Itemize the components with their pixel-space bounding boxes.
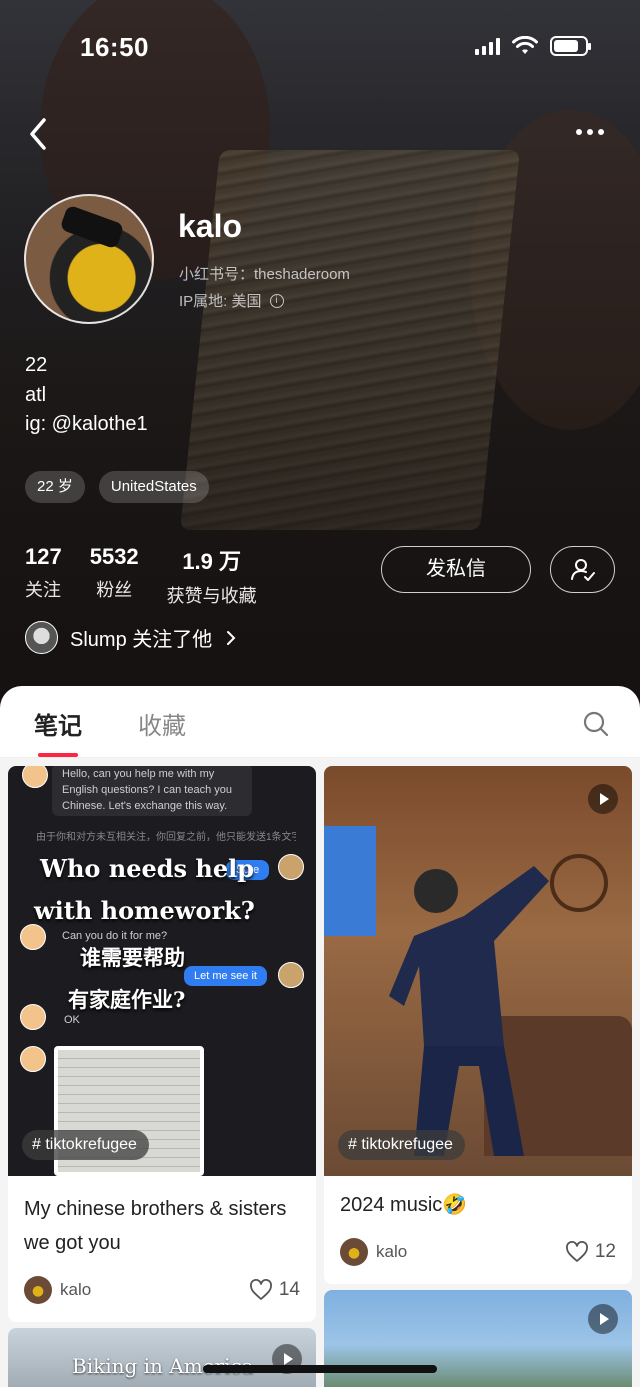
user-avatar-icon xyxy=(278,962,304,988)
note-footer: kalo 14 xyxy=(24,1276,300,1304)
cover-caption: 谁需要帮助 xyxy=(80,945,185,970)
stat-value: 127 xyxy=(25,544,62,569)
follow-button[interactable] xyxy=(550,546,615,593)
note-title: 2024 music🤣 xyxy=(340,1194,468,1216)
cover-caption: with homework? xyxy=(34,896,255,925)
stat-followers[interactable]: 5532 粉丝 xyxy=(90,544,139,608)
video-play-icon xyxy=(588,784,618,814)
like-button[interactable]: 14 xyxy=(249,1279,300,1301)
search-icon xyxy=(583,711,609,737)
note-card[interactable]: Biking in America xyxy=(8,1328,316,1387)
like-count: 14 xyxy=(278,1279,300,1300)
wifi-icon xyxy=(512,36,538,54)
chevron-right-icon xyxy=(227,630,236,645)
background-tv xyxy=(324,826,376,936)
status-icons xyxy=(475,36,591,56)
like-button[interactable]: 12 xyxy=(565,1241,616,1263)
hamster-avatar-icon xyxy=(20,1004,46,1030)
tab-collections[interactable]: 收藏 xyxy=(138,706,186,741)
note-cover-image: Hello, can you help me with my English q… xyxy=(8,766,316,1176)
stat-likes-collects[interactable]: 1.9 万 获赞与收藏 xyxy=(167,544,257,608)
author-name: kalo xyxy=(376,1242,408,1261)
more-options-button[interactable] xyxy=(576,122,612,142)
hashtag-text: tiktokrefugee xyxy=(361,1136,453,1153)
cover-chat-text: 由于你和对方未互相关注，你回复之前，他只能发送1条文字消息 xyxy=(36,832,296,843)
status-time: 16:50 xyxy=(80,32,149,62)
red-id-line: 小红书号：theshaderoom xyxy=(179,263,350,284)
profile-stats: 127 关注 5532 粉丝 1.9 万 获赞与收藏 xyxy=(25,544,257,608)
tab-notes[interactable]: 笔记 xyxy=(34,706,82,757)
like-count: 12 xyxy=(594,1241,616,1262)
author-avatar xyxy=(24,1276,52,1304)
cover-caption: Who needs help xyxy=(40,854,255,883)
hamster-avatar-icon xyxy=(20,1046,46,1072)
age-tag: 22 岁 xyxy=(25,471,85,503)
dancing-person xyxy=(389,866,549,1156)
status-bar: 16:50 xyxy=(0,0,640,90)
heart-icon xyxy=(249,1279,272,1300)
author-avatar xyxy=(340,1238,368,1266)
user-avatar-icon xyxy=(278,854,304,880)
stat-label: 粉丝 xyxy=(96,580,133,600)
stat-value: 1.9 万 xyxy=(182,549,242,574)
battery-icon xyxy=(550,36,591,56)
red-id-label: 小红书号： xyxy=(179,266,255,283)
location-tag: UnitedStates xyxy=(98,471,209,503)
video-play-icon xyxy=(588,1304,618,1334)
note-cover-image: Biking in America xyxy=(8,1328,316,1387)
heart-icon xyxy=(565,1241,588,1262)
bio-line: ig: @kalothe1 xyxy=(25,413,148,435)
author-name: kalo xyxy=(60,1280,92,1299)
note-author[interactable]: kalo xyxy=(340,1238,407,1266)
note-card[interactable]: # tiktokrefugee 2024 music🤣 kalo 12 xyxy=(324,766,632,1284)
profile-bio: 22 atl ig: @kalothe1 xyxy=(25,351,148,440)
content-tabs: 笔记 收藏 xyxy=(0,686,640,758)
stat-label: 关注 xyxy=(25,580,61,600)
mutual-follow-row[interactable]: Slump 关注了他 xyxy=(25,621,238,654)
ip-location: IP属地: 美国 xyxy=(179,293,262,310)
profile-page: 16:50 kalo 小红书号：theshaderoom IP属地: 美国 i … xyxy=(0,0,640,1387)
note-title: My chinese brothers & sisters we got you xyxy=(24,1198,287,1254)
hashtag-text: tiktokrefugee xyxy=(45,1136,137,1153)
stat-label: 获赞与收藏 xyxy=(166,586,257,606)
hamster-avatar-icon xyxy=(20,924,46,950)
hamster-avatar-icon xyxy=(22,766,48,788)
home-indicator[interactable] xyxy=(203,1365,437,1373)
bio-line: 22 xyxy=(25,354,48,376)
cover-caption: 有家庭作业? xyxy=(68,987,186,1012)
info-icon[interactable]: i xyxy=(269,293,284,308)
cover-chat-text: Hello, can you help me with my English q… xyxy=(52,766,252,816)
stat-following[interactable]: 127 关注 xyxy=(25,544,62,608)
chevron-left-icon xyxy=(30,118,46,150)
notes-grid: Hello, can you help me with my English q… xyxy=(0,758,640,1387)
search-button[interactable] xyxy=(582,710,610,738)
send-message-button[interactable]: 发私信 xyxy=(381,546,531,593)
ip-location-line: IP属地: 美国 i xyxy=(179,290,284,311)
cover-chat-text: OK xyxy=(64,1014,80,1026)
red-id-value: theshaderoom xyxy=(254,266,350,283)
note-cover-image: # tiktokrefugee xyxy=(324,766,632,1176)
note-author[interactable]: kalo xyxy=(24,1276,91,1304)
profile-name: kalo xyxy=(178,208,243,244)
note-hashtag[interactable]: # tiktokrefugee xyxy=(22,1130,149,1160)
profile-tags: 22 岁 UnitedStates xyxy=(25,471,209,503)
user-check-icon xyxy=(570,558,595,581)
note-hashtag[interactable]: # tiktokrefugee xyxy=(338,1130,465,1160)
cellular-signal-icon xyxy=(475,37,500,55)
profile-avatar[interactable] xyxy=(24,194,154,324)
back-button[interactable] xyxy=(24,114,58,154)
bio-line: atl xyxy=(25,383,47,406)
mutual-avatar xyxy=(25,621,58,654)
stat-value: 5532 xyxy=(89,544,139,569)
note-footer: kalo 12 xyxy=(340,1238,616,1266)
cover-chat-bubble: Let me see it xyxy=(184,966,267,986)
note-card[interactable]: Hello, can you help me with my English q… xyxy=(8,766,316,1322)
more-dots-icon xyxy=(576,122,609,139)
mutual-text: Slump 关注了他 xyxy=(70,629,213,651)
